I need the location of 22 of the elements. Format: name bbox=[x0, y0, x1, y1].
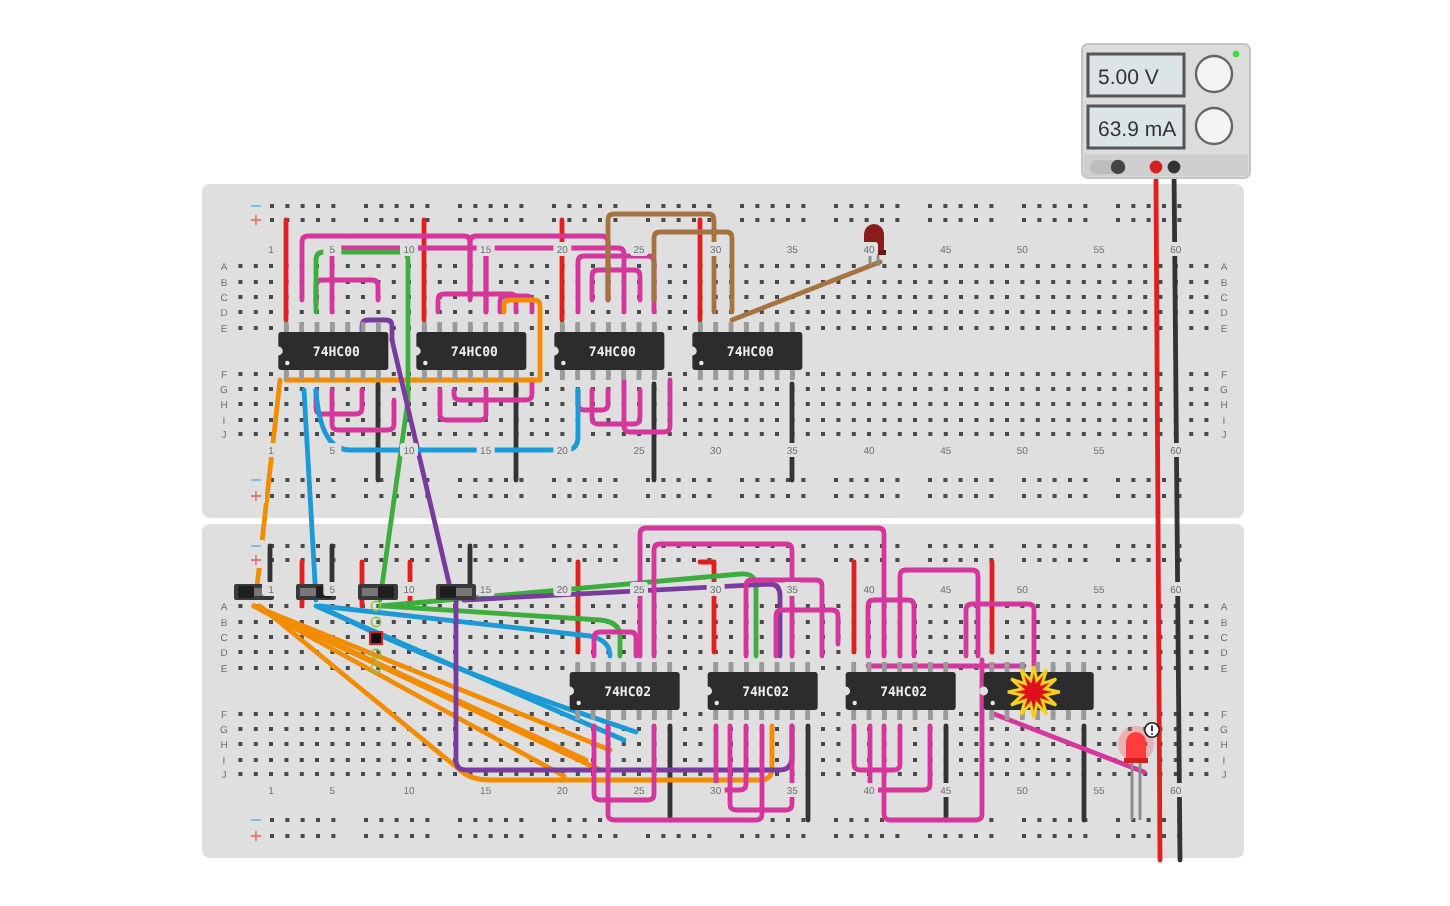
wire bbox=[805, 723, 811, 823]
rail-label: + bbox=[249, 211, 263, 229]
wire bbox=[283, 217, 289, 323]
rail-label: − bbox=[249, 471, 263, 489]
rail-label: − bbox=[249, 197, 263, 215]
slide-switch[interactable] bbox=[358, 584, 398, 600]
rail-label: + bbox=[249, 827, 263, 845]
knob[interactable] bbox=[1194, 106, 1234, 146]
rail-label: − bbox=[249, 811, 263, 829]
rail-label: + bbox=[249, 487, 263, 505]
wire bbox=[789, 381, 795, 483]
display-screen bbox=[1086, 52, 1186, 98]
alert-icon bbox=[1144, 722, 1160, 738]
rail-label: + bbox=[249, 551, 263, 569]
voltage-reading: 5.00 V bbox=[1098, 66, 1159, 90]
current-reading: 63.9 mA bbox=[1098, 118, 1177, 142]
display-screen bbox=[1086, 104, 1186, 150]
power-toggle[interactable] bbox=[1090, 159, 1126, 175]
selection-marker bbox=[369, 600, 383, 674]
slide-switch[interactable] bbox=[436, 584, 476, 600]
knob[interactable] bbox=[1194, 54, 1234, 94]
rail-label: − bbox=[249, 537, 263, 555]
